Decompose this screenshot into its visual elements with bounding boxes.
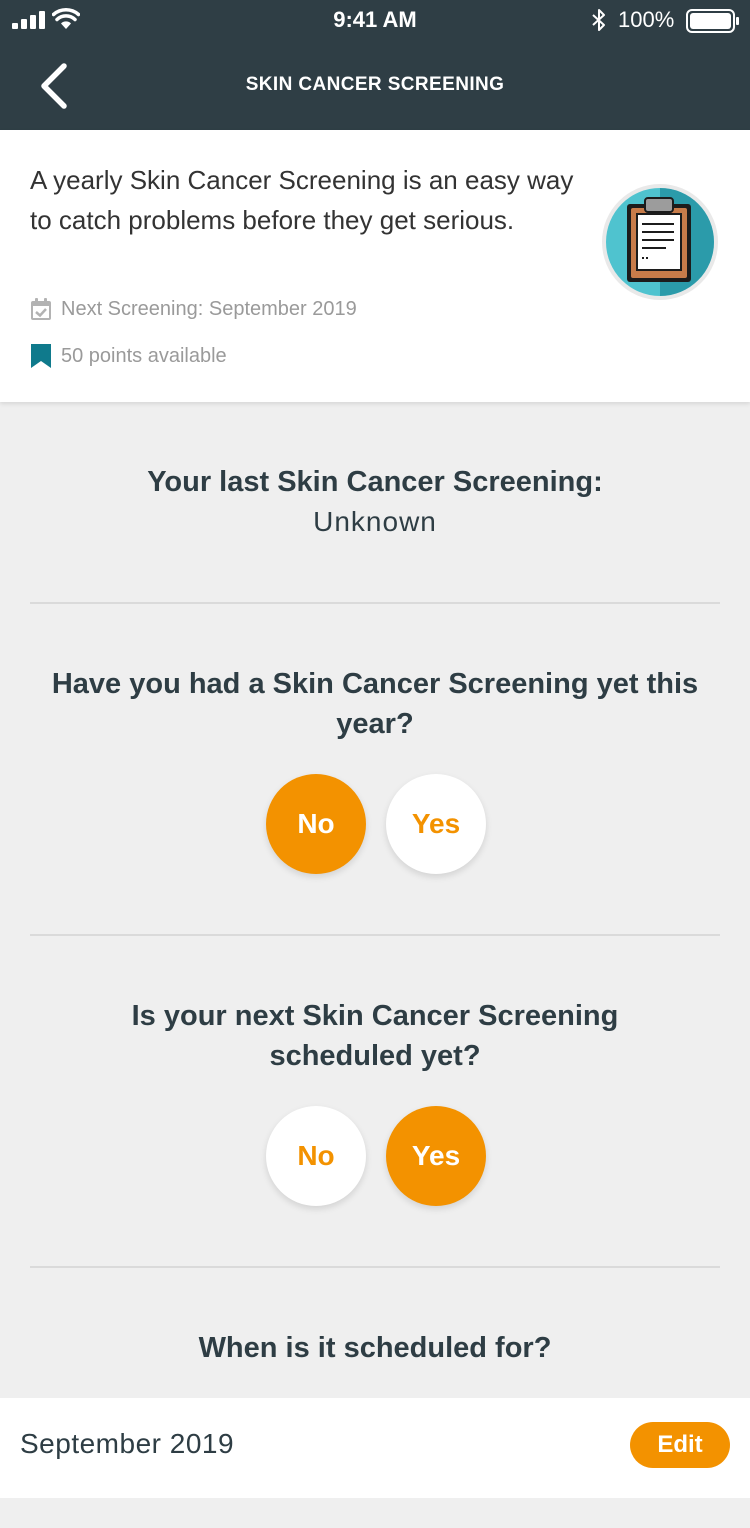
last-screening-value: Unknown [313,506,437,537]
question-had-text: Have you had a Skin Cancer Screening yet… [51,668,699,740]
had-screening-yes-button[interactable]: Yes [386,774,486,874]
battery-icon [686,9,739,33]
status-bar: 9:41 AM 100% [0,0,750,40]
calendar-check-icon [31,298,51,320]
points-row: 50 points available [30,343,227,369]
page-title: SKIN CANCER SCREENING [245,74,505,95]
question-when: When is it scheduled for? [0,1328,750,1368]
scheduled-yes-button[interactable]: Yes [386,1106,486,1206]
bluetooth-icon [592,9,605,31]
last-screening-section: Your last Skin Cancer Screening: Unknown [0,462,750,542]
next-screening-text: Next Screening: September 2019 [61,297,357,320]
scheduled-date-value: September 2019 [20,1428,235,1459]
bookmark-icon [31,344,51,368]
divider [30,934,720,936]
points-text: 50 points available [61,344,227,367]
question-scheduled-text: Is your next Skin Cancer Screening sched… [131,1000,619,1072]
app-header: 9:41 AM 100% SKIN CANCER SCREENING [0,0,750,130]
question-had-screening: Have you had a Skin Cancer Screening yet… [30,664,720,744]
edit-date-button[interactable]: Edit [630,1422,730,1468]
next-screening-row: Next Screening: September 2019 [30,297,357,321]
question-when-text: When is it scheduled for? [198,1332,552,1364]
intro-description: A yearly Skin Cancer Screening is an eas… [30,165,574,235]
had-screening-no-button[interactable]: No [266,774,366,874]
clipboard-icon [602,184,718,300]
divider [30,602,720,604]
scheduled-date-row: September 2019 Edit [0,1398,750,1498]
scheduled-no-button[interactable]: No [266,1106,366,1206]
question-scheduled: Is your next Skin Cancer Screening sched… [80,996,670,1076]
intro-card: A yearly Skin Cancer Screening is an eas… [0,130,750,402]
battery-percent: 100% [618,7,675,32]
divider [30,1266,720,1268]
last-screening-label: Your last Skin Cancer Screening: [147,466,603,498]
